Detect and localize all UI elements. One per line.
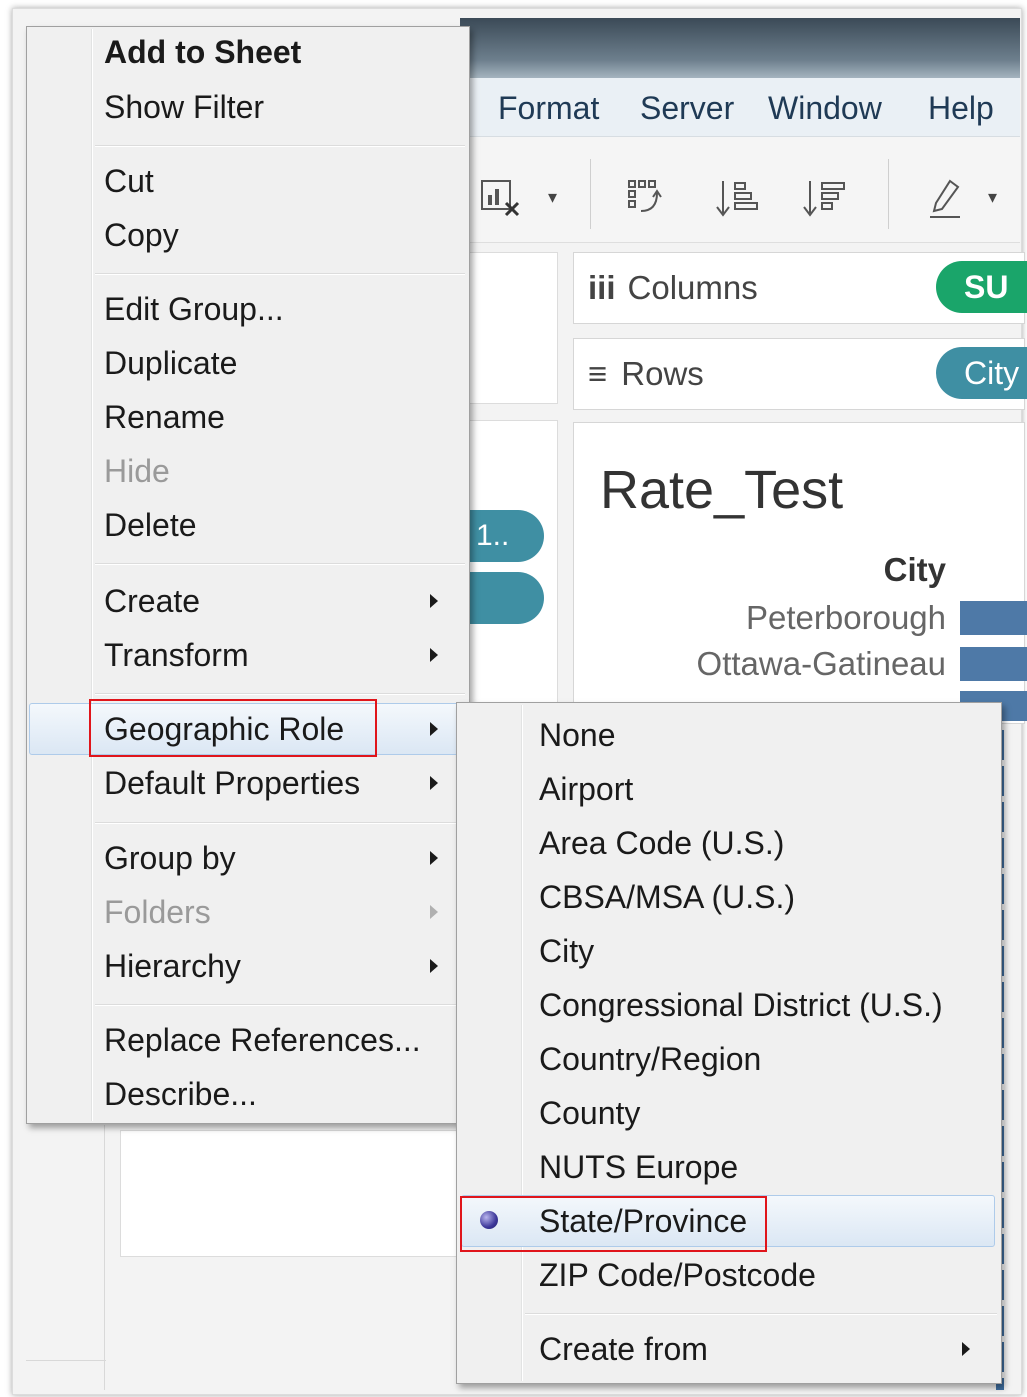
- submenu-arrow-icon: [962, 1342, 970, 1356]
- highlight-annotation-box: [460, 1196, 767, 1252]
- menu-format[interactable]: Format: [498, 90, 599, 127]
- pane-divider: [104, 1125, 105, 1390]
- rows-pill[interactable]: City: [936, 347, 1027, 399]
- view-canvas: Rate_Test City Peterborough Ottawa-Gatin…: [573, 422, 1027, 724]
- toolbar: ▾ ▾: [460, 137, 1020, 243]
- menu-separator: [95, 145, 465, 147]
- columns-shelf[interactable]: iii Columns SU: [573, 252, 1027, 324]
- field-pill[interactable]: 1..: [470, 510, 544, 562]
- submenu-arrow-icon: [430, 905, 438, 919]
- geo-option-airport[interactable]: Airport: [539, 769, 633, 809]
- menu-item-create[interactable]: Create: [104, 581, 200, 621]
- pane-divider: [26, 1360, 106, 1361]
- row-label: Peterborough: [746, 599, 946, 636]
- field-pill-blank[interactable]: [470, 572, 544, 624]
- menu-item-folders: Folders: [104, 894, 211, 930]
- menu-bar: Format Server Window Help: [460, 78, 1020, 137]
- geo-option-nuts-europe[interactable]: NUTS Europe: [539, 1147, 738, 1187]
- columns-icon: iii: [588, 269, 616, 306]
- title-bar: [460, 18, 1020, 78]
- menu-gutter: [521, 705, 523, 1381]
- toolbar-separator: [590, 159, 591, 229]
- sort-descending-icon[interactable]: [802, 177, 846, 229]
- highlight-annotation-box: [89, 699, 377, 757]
- menu-separator: [95, 563, 465, 565]
- submenu-arrow-icon: [430, 959, 438, 973]
- highlight-pen-icon[interactable]: [928, 177, 964, 229]
- sort-ascending-icon[interactable]: [715, 177, 759, 229]
- field-context-menu: Add to Sheet Show Filter Cut Copy Edit G…: [26, 26, 470, 1124]
- menu-item-add-to-sheet[interactable]: Add to Sheet: [104, 32, 301, 72]
- geo-option-area-code[interactable]: Area Code (U.S.): [539, 823, 784, 863]
- submenu-arrow-icon: [430, 648, 438, 662]
- geo-option-zip-code[interactable]: ZIP Code/Postcode: [539, 1255, 816, 1295]
- menu-item-copy[interactable]: Copy: [104, 215, 179, 255]
- row-label: Ottawa-Gatineau: [696, 645, 946, 682]
- menu-window[interactable]: Window: [768, 90, 882, 127]
- city-header: City: [883, 551, 946, 588]
- menu-server[interactable]: Server: [640, 90, 734, 127]
- clear-sheet-icon[interactable]: [480, 177, 526, 229]
- rows-shelf[interactable]: ≡ Rows City: [573, 338, 1027, 410]
- menu-item-transform[interactable]: Transform: [104, 635, 249, 675]
- data-pane-top: [460, 252, 558, 404]
- field-pill-label: 1..: [476, 519, 510, 552]
- rows-label: ≡ Rows: [588, 355, 704, 392]
- menu-item-hide: Hide: [104, 453, 170, 489]
- menu-item-delete[interactable]: Delete: [104, 505, 197, 545]
- menu-item-cut[interactable]: Cut: [104, 161, 154, 201]
- geo-option-create-from[interactable]: Create from: [539, 1329, 708, 1369]
- geographic-role-submenu: None Airport Area Code (U.S.) CBSA/MSA (…: [456, 702, 1002, 1384]
- geo-option-city[interactable]: City: [539, 931, 594, 971]
- columns-label: iii Columns: [588, 269, 758, 306]
- menu-item-replace-references[interactable]: Replace References...: [104, 1020, 421, 1060]
- menu-separator: [95, 273, 465, 275]
- menu-separator: [95, 1004, 465, 1006]
- menu-item-describe[interactable]: Describe...: [104, 1074, 257, 1114]
- menu-help[interactable]: Help: [928, 90, 994, 127]
- toolbar-separator: [888, 159, 889, 229]
- menu-item-hierarchy[interactable]: Hierarchy: [104, 946, 241, 986]
- clear-dropdown-icon[interactable]: ▾: [548, 187, 557, 208]
- bar-mark[interactable]: [960, 601, 1027, 635]
- submenu-arrow-icon: [430, 722, 438, 736]
- menu-item-default-properties[interactable]: Default Properties: [104, 763, 360, 803]
- marks-pane: [120, 1130, 462, 1257]
- submenu-arrow-icon: [430, 851, 438, 865]
- geo-option-county[interactable]: County: [539, 1093, 640, 1133]
- submenu-arrow-icon: [430, 594, 438, 608]
- geo-option-none[interactable]: None: [539, 715, 616, 755]
- menu-item-group-by[interactable]: Group by: [104, 838, 236, 878]
- menu-item-duplicate[interactable]: Duplicate: [104, 343, 237, 383]
- bar-mark[interactable]: [960, 647, 1027, 681]
- menu-item-show-filter[interactable]: Show Filter: [104, 87, 264, 127]
- swap-icon[interactable]: [625, 177, 669, 229]
- geo-option-congressional-district[interactable]: Congressional District (U.S.): [539, 985, 943, 1025]
- sheet-title: Rate_Test: [600, 460, 844, 520]
- geo-option-cbsa-msa[interactable]: CBSA/MSA (U.S.): [539, 877, 795, 917]
- rows-icon: ≡: [588, 355, 608, 392]
- data-pane-measures: [460, 420, 558, 722]
- menu-gutter: [91, 29, 93, 1121]
- menu-item-edit-group[interactable]: Edit Group...: [104, 289, 284, 329]
- menu-separator: [95, 822, 465, 824]
- submenu-arrow-icon: [430, 776, 438, 790]
- columns-pill[interactable]: SU: [936, 261, 1027, 313]
- menu-item-rename[interactable]: Rename: [104, 397, 225, 437]
- geo-option-country-region[interactable]: Country/Region: [539, 1039, 761, 1079]
- menu-separator: [525, 1313, 997, 1315]
- highlight-dropdown-icon[interactable]: ▾: [988, 187, 997, 208]
- menu-separator: [95, 693, 465, 695]
